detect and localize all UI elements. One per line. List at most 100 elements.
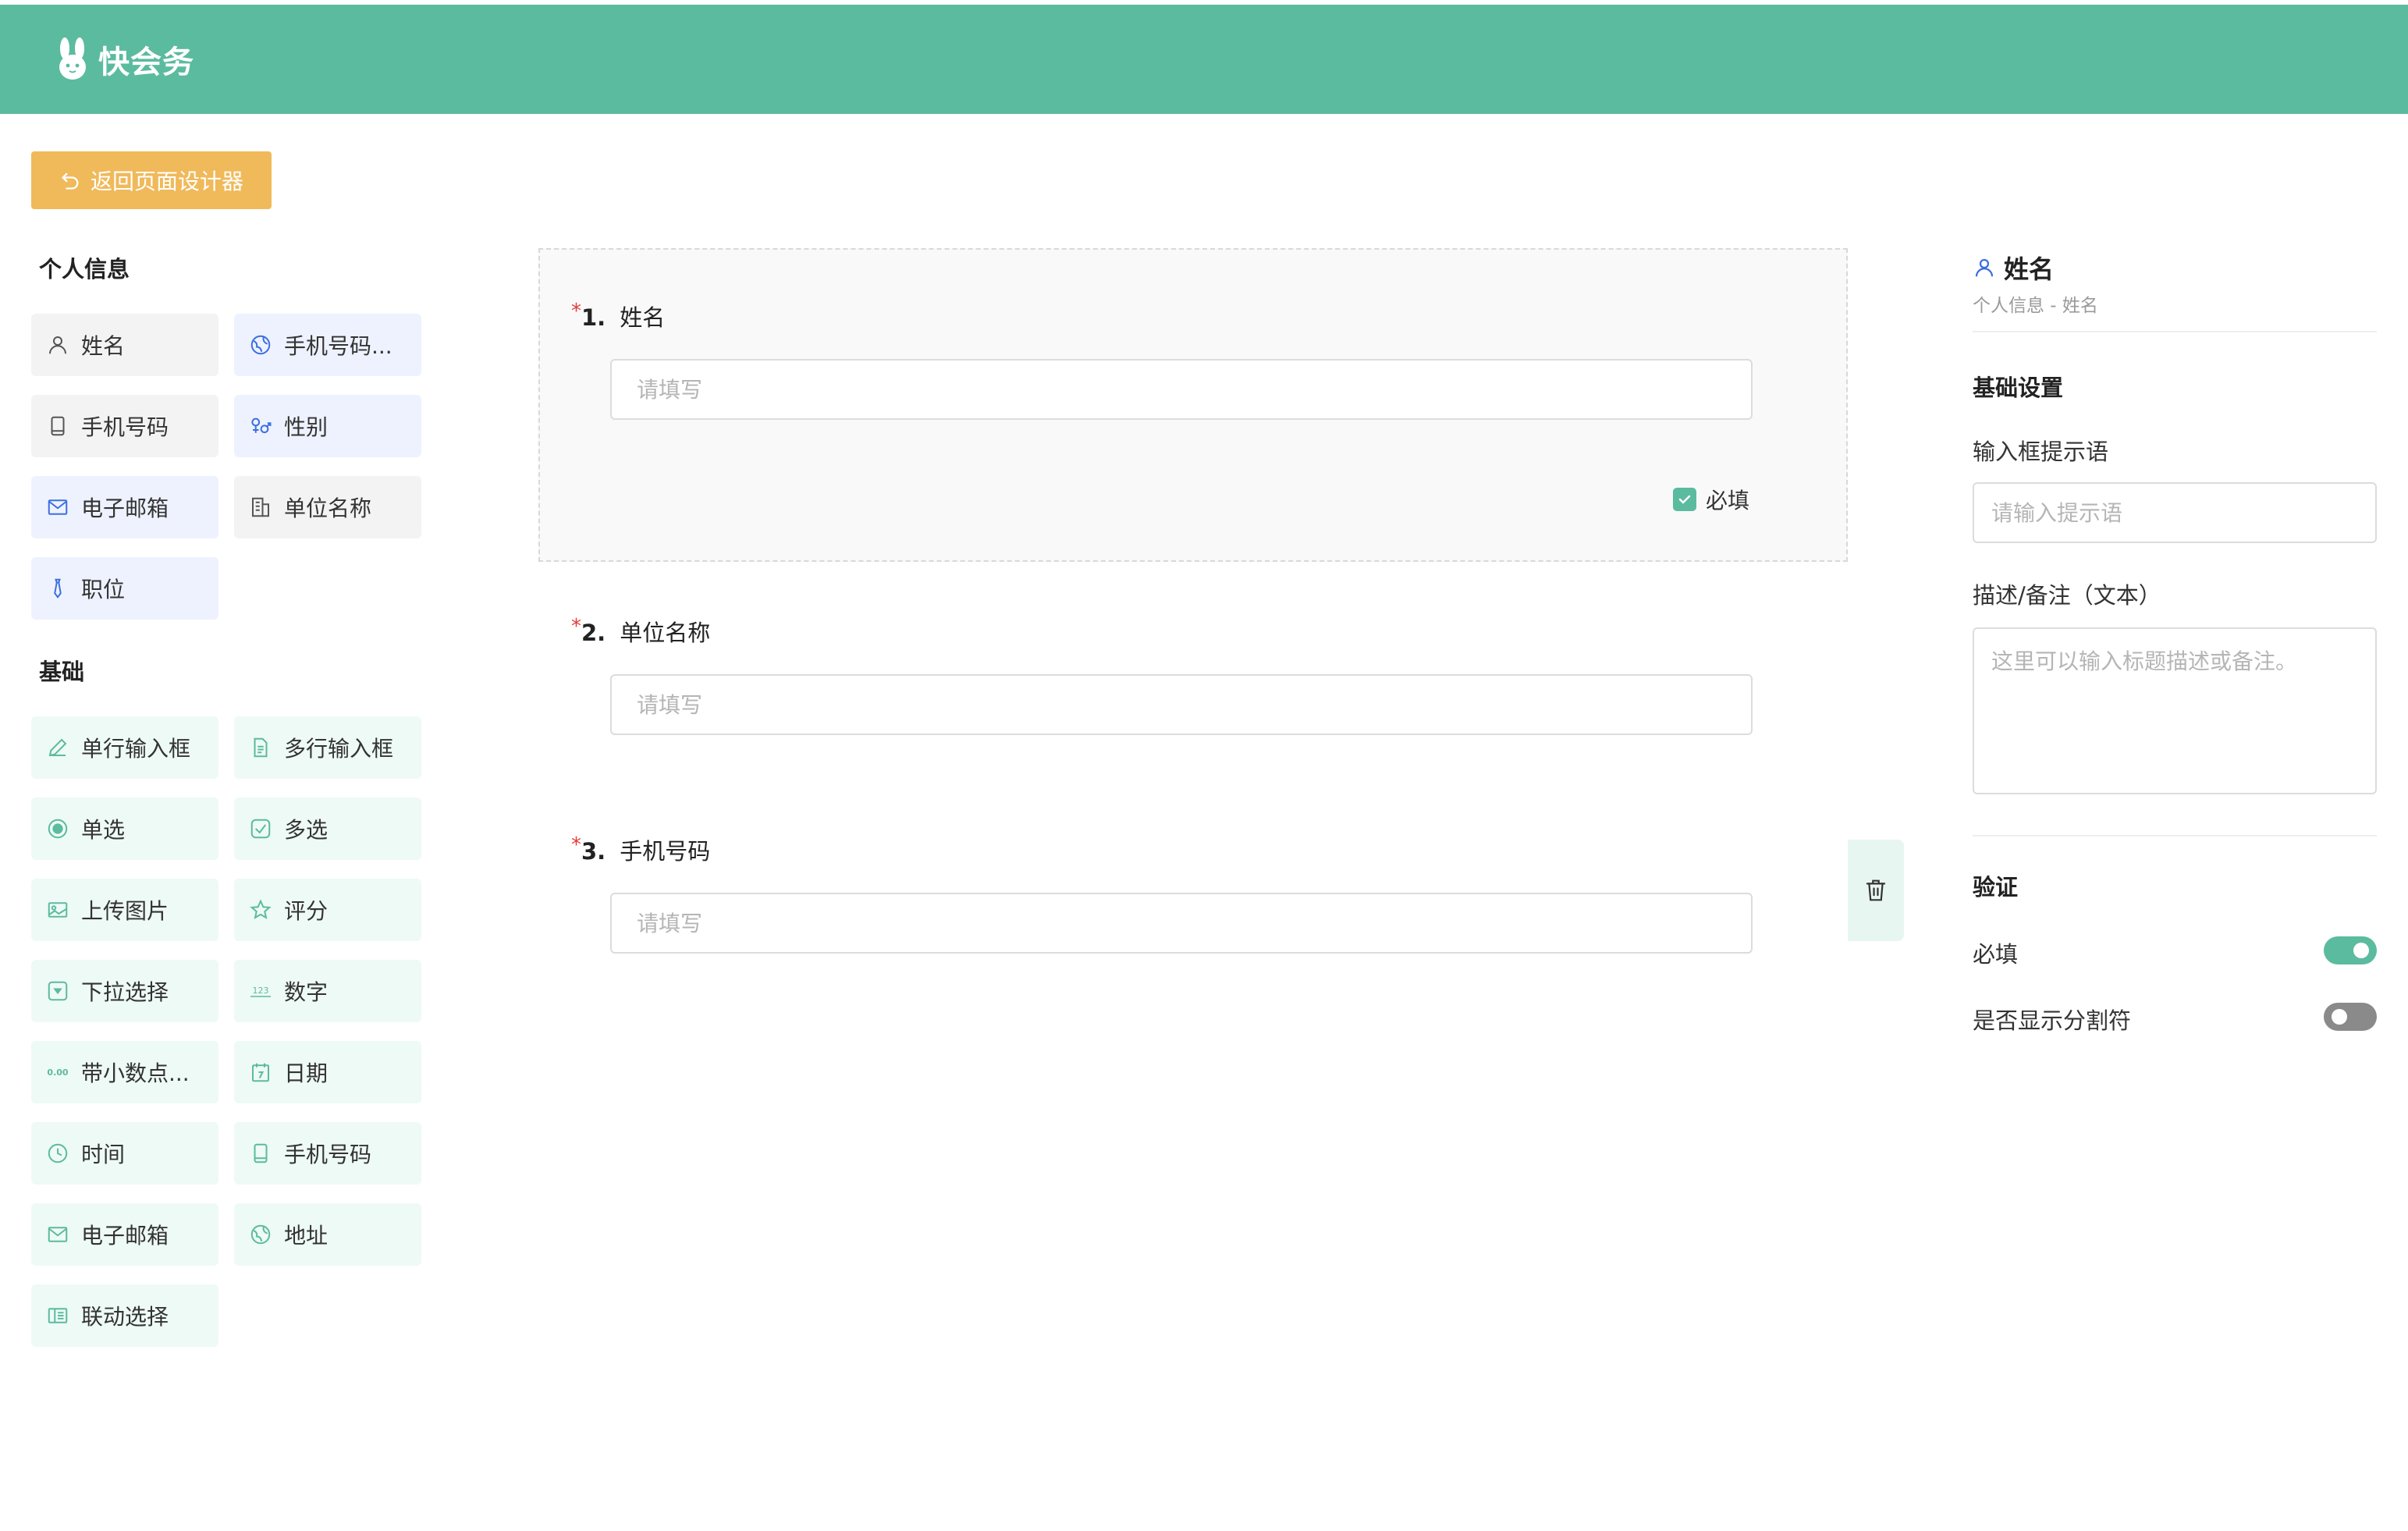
chip-label: 单行输入框	[81, 736, 191, 762]
field-chip-number[interactable]: 123 数字	[234, 960, 421, 1022]
building-icon	[248, 495, 273, 520]
trash-icon	[1864, 878, 1888, 903]
field-chip-basic-email[interactable]: 电子邮箱	[31, 1203, 218, 1266]
field-chip-position[interactable]: 职位	[31, 557, 218, 620]
chip-label: 多选	[284, 817, 329, 843]
field-chip-address[interactable]: 地址	[234, 1203, 421, 1266]
globe-icon	[248, 1222, 273, 1247]
field-chip-cascade[interactable]: 联动选择	[31, 1284, 218, 1347]
chip-label: 多行输入框	[284, 736, 394, 762]
user-icon	[45, 332, 70, 357]
chip-label: 职位	[81, 577, 126, 602]
top-bar: 快会务	[0, 5, 2408, 114]
chip-label: 联动选择	[81, 1304, 169, 1330]
chip-label: 电子邮箱	[81, 496, 169, 521]
required-checkbox-row[interactable]: 必填	[1673, 484, 1749, 515]
back-button-label: 返回页面设计器	[90, 169, 243, 194]
separator-toggle[interactable]	[2324, 1003, 2377, 1031]
question-2-input[interactable]	[610, 674, 1753, 735]
gender-icon	[248, 414, 273, 439]
field-chip-radio[interactable]: 单选	[31, 797, 218, 860]
description-textarea[interactable]	[1973, 627, 2377, 794]
decimal-glyph: 0.00	[47, 1067, 68, 1078]
check-icon	[1678, 495, 1691, 504]
mail-icon	[45, 495, 70, 520]
required-toggle[interactable]	[2324, 936, 2377, 964]
question-3-input[interactable]	[610, 893, 1753, 954]
dropdown-icon	[45, 979, 70, 1003]
question-1-input[interactable]	[610, 359, 1753, 420]
chip-label: 手机号码	[284, 1142, 372, 1167]
chip-label: 性别	[284, 414, 329, 440]
placeholder-setting-label: 输入框提示语	[1973, 439, 2109, 465]
basic-settings-heading: 基础设置	[1973, 375, 2064, 401]
field-chip-rating[interactable]: 评分	[234, 879, 421, 941]
question-2-label: *2. 单位名称	[571, 615, 711, 646]
field-chip-decimal[interactable]: 0.00 带小数点...	[31, 1041, 218, 1103]
field-chip-time[interactable]: 时间	[31, 1122, 218, 1185]
pencil-icon	[45, 735, 70, 760]
required-checkbox[interactable]	[1673, 488, 1696, 511]
chip-label: 时间	[81, 1142, 126, 1167]
description-label: 描述/备注（文本）	[1973, 582, 2161, 609]
field-chip-basic-phone[interactable]: 手机号码	[234, 1122, 421, 1185]
phone-icon	[248, 1141, 273, 1166]
field-chip-gender[interactable]: 性别	[234, 395, 421, 457]
image-icon	[45, 897, 70, 922]
star-icon	[248, 897, 273, 922]
basic-section-title: 基础	[39, 659, 85, 685]
question-1-label: *1. 姓名	[571, 300, 666, 331]
chip-label: 手机号码...	[284, 333, 392, 359]
field-chip-phone-region[interactable]: 手机号码...	[234, 314, 421, 376]
number-glyph: 123	[253, 986, 269, 996]
toggle-knob	[2332, 1009, 2347, 1025]
rabbit-logo-icon	[53, 37, 92, 81]
chip-label: 数字	[284, 979, 329, 1005]
field-chip-checkbox[interactable]: 多选	[234, 797, 421, 860]
undo-icon	[59, 169, 81, 191]
document-icon	[248, 735, 273, 760]
field-chip-name[interactable]: 姓名	[31, 314, 218, 376]
chip-label: 地址	[284, 1223, 329, 1249]
radio-icon	[45, 816, 70, 841]
chip-label: 单位名称	[284, 496, 372, 521]
back-to-designer-button[interactable]: 返回页面设计器	[31, 151, 272, 209]
mail-icon	[45, 1222, 70, 1247]
toggle-knob	[2353, 943, 2369, 958]
question-3-label: *3. 手机号码	[571, 833, 711, 865]
chip-label: 上传图片	[81, 898, 169, 924]
chip-label: 单选	[81, 817, 126, 843]
chip-label: 手机号码	[81, 414, 169, 440]
chip-label: 评分	[284, 898, 329, 924]
divider	[1973, 331, 2377, 332]
brand[interactable]: 快会务	[53, 37, 194, 82]
field-chip-multi-input[interactable]: 多行输入框	[234, 716, 421, 779]
panel-title: 姓名	[1973, 250, 2054, 286]
field-chip-company[interactable]: 单位名称	[234, 476, 421, 538]
delete-question-button[interactable]	[1848, 840, 1904, 941]
phone-icon	[45, 414, 70, 439]
calendar-icon	[248, 1060, 273, 1085]
separator-setting-label: 是否显示分割符	[1973, 1007, 2132, 1034]
field-chip-upload-image[interactable]: 上传图片	[31, 879, 218, 941]
field-chip-single-input[interactable]: 单行输入框	[31, 716, 218, 779]
number-icon: 123	[248, 979, 273, 1003]
field-chip-date[interactable]: 日期	[234, 1041, 421, 1103]
divider	[1973, 835, 2377, 837]
globe-icon	[248, 332, 273, 357]
personal-info-section-title: 个人信息	[39, 256, 130, 282]
chip-label: 姓名	[81, 333, 126, 359]
user-icon	[1973, 256, 1996, 279]
chip-label: 下拉选择	[81, 979, 169, 1005]
checkbox-icon	[248, 816, 273, 841]
chip-label: 带小数点...	[81, 1060, 190, 1086]
field-chip-dropdown[interactable]: 下拉选择	[31, 960, 218, 1022]
panel-subtitle: 个人信息 - 姓名	[1973, 296, 2098, 316]
cascade-icon	[45, 1303, 70, 1328]
field-chip-email[interactable]: 电子邮箱	[31, 476, 218, 538]
decimal-icon: 0.00	[45, 1060, 70, 1085]
tie-icon	[45, 576, 70, 601]
clock-icon	[45, 1141, 70, 1166]
field-chip-phone[interactable]: 手机号码	[31, 395, 218, 457]
placeholder-setting-input[interactable]	[1973, 482, 2377, 543]
